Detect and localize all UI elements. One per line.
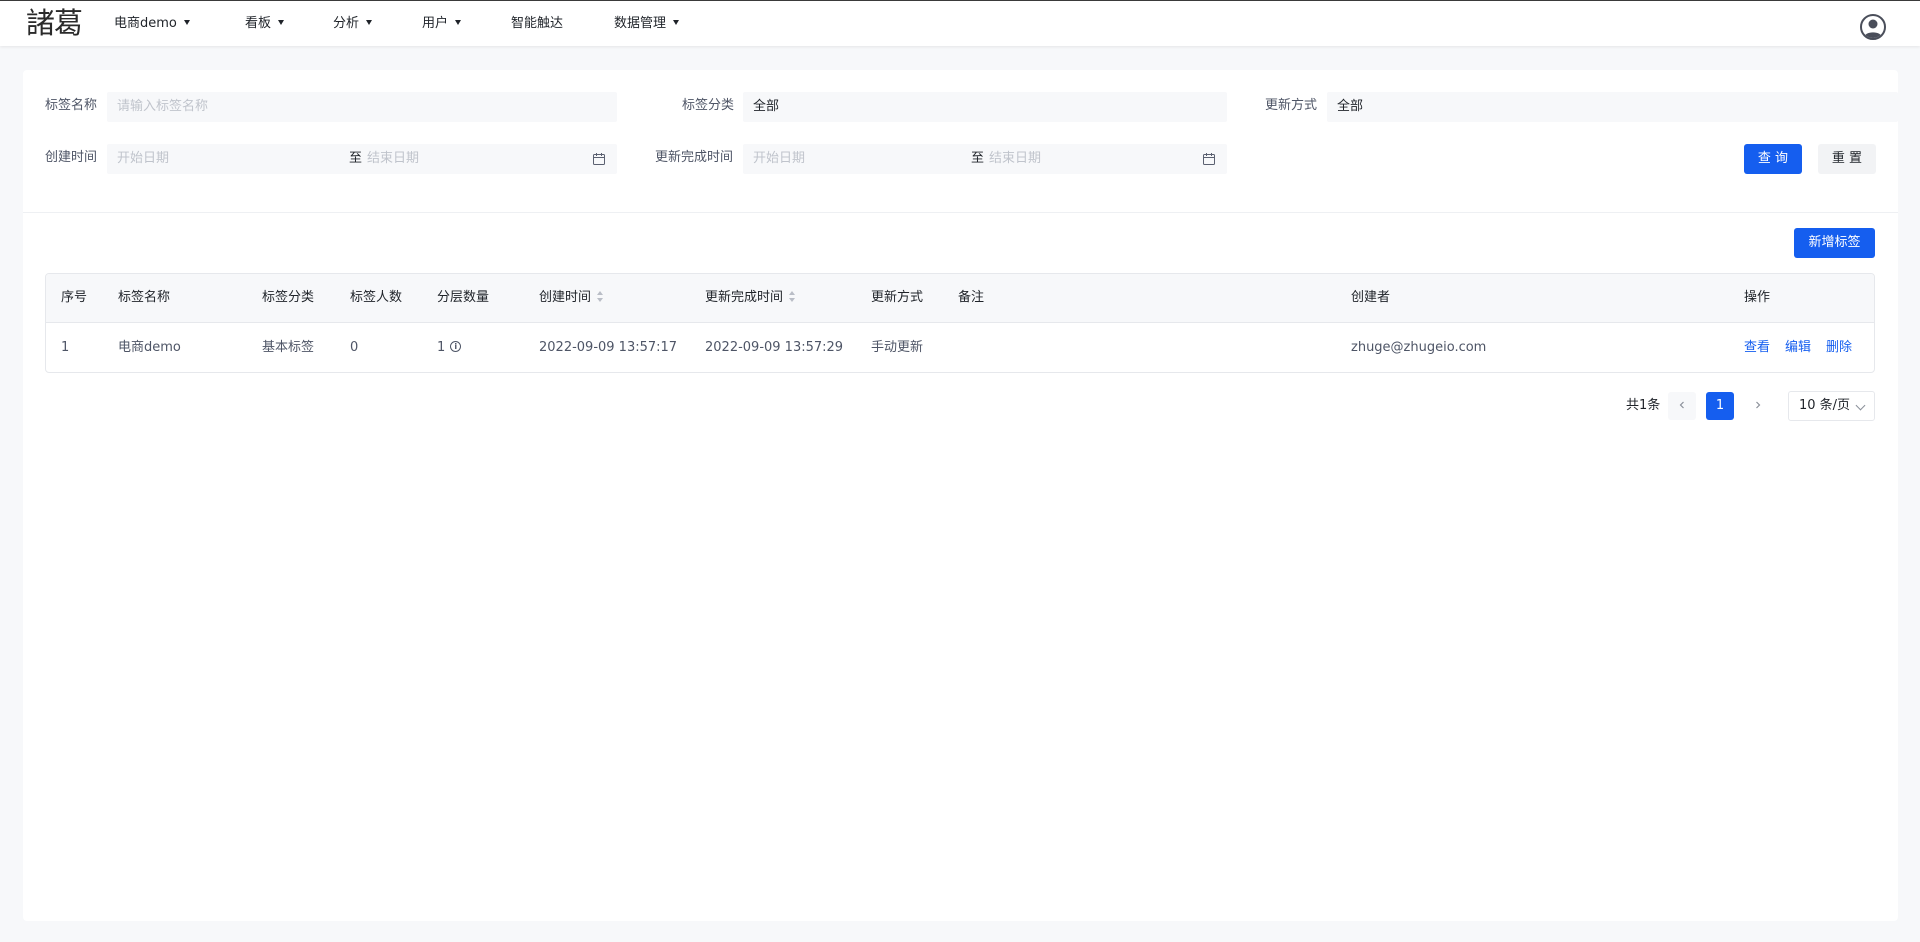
col-header-tag-category: 标签分类: [262, 290, 315, 305]
nav-analysis[interactable]: 分析: [333, 15, 373, 33]
tag-name-input[interactable]: 请输入标签名称: [107, 92, 617, 122]
delete-link[interactable]: 删除: [1826, 339, 1852, 357]
calendar-icon: [1203, 153, 1215, 165]
tags-table: 序号 标签名称 标签分类 标签人数 分层数量 创建时间 更新完成时间 更新方式 …: [45, 273, 1875, 373]
user-avatar-icon: [1864, 19, 1882, 38]
brand-logo[interactable]: 諸葛: [26, 5, 83, 41]
col-header-actions: 操作: [1744, 290, 1771, 305]
col-header-tag-people: 标签人数: [350, 290, 403, 305]
sort-icon[interactable]: [597, 291, 604, 302]
caret-down-icon: [278, 20, 285, 25]
update-mode-label: 更新方式: [1265, 98, 1318, 113]
next-page-button[interactable]: [1744, 392, 1772, 420]
cell-layer-count: 1i: [437, 339, 462, 357]
nav-data-management-label: 数据管理: [614, 16, 667, 31]
update-range-separator: 至: [971, 151, 985, 166]
created-time-range-picker[interactable]: 开始日期 至 结束日期: [107, 144, 617, 174]
table-row: 1 电商demo 基本标签 0 1i 2022-09-09 13:57:17 2…: [46, 323, 1874, 372]
caret-down-icon: [673, 20, 680, 25]
calendar-icon: [593, 153, 605, 165]
update-end-date-input[interactable]: 结束日期: [989, 144, 1041, 174]
cell-update-mode: 手动更新: [871, 340, 924, 355]
prev-page-button[interactable]: [1668, 392, 1696, 420]
query-button[interactable]: 查 询: [1744, 144, 1802, 174]
nav-analysis-label: 分析: [333, 16, 360, 31]
col-header-layer-count: 分层数量: [437, 290, 490, 305]
col-header-note: 备注: [958, 290, 985, 305]
col-header-created-time[interactable]: 创建时间: [539, 289, 604, 307]
tag-category-value: 全部: [753, 99, 780, 114]
caret-down-icon: [183, 20, 190, 25]
col-header-index: 序号: [61, 290, 88, 305]
add-tag-button[interactable]: 新增标签: [1794, 228, 1875, 258]
caret-down-icon: [366, 20, 373, 25]
col-header-created-time-label: 创建时间: [539, 290, 592, 305]
update-done-time-range-picker[interactable]: 开始日期 至 结束日期: [743, 144, 1227, 174]
cell-tag-category: 基本标签: [262, 340, 315, 355]
nav-dashboard[interactable]: 看板: [245, 15, 285, 33]
caret-down-icon: [455, 20, 462, 25]
update-mode-select[interactable]: 全部: [1327, 92, 1898, 122]
sort-icon[interactable]: [789, 291, 796, 302]
tag-name-label: 标签名称: [45, 98, 98, 113]
col-header-update-mode: 更新方式: [871, 290, 924, 305]
cell-creator: zhuge@zhugeio.com: [1351, 340, 1487, 355]
update-mode-value: 全部: [1337, 99, 1364, 114]
chevron-down-icon: [1855, 400, 1866, 411]
col-header-creator: 创建者: [1351, 290, 1391, 305]
update-start-date-input[interactable]: 开始日期: [753, 144, 805, 174]
tag-name-placeholder: 请输入标签名称: [117, 99, 209, 114]
pagination-total: 共1条: [1626, 398, 1661, 413]
top-nav-bar: 諸葛 电商demo 看板 分析 用户 智能触达 数据管理: [0, 0, 1920, 46]
tag-category-select[interactable]: 全部: [743, 92, 1227, 122]
chevron-left-icon: [1679, 401, 1684, 409]
cell-index: 1: [61, 340, 70, 355]
nav-users-label: 用户: [422, 16, 449, 31]
nav-smart-reach-label: 智能触达: [511, 16, 564, 31]
view-link[interactable]: 查看: [1744, 339, 1770, 357]
nav-smart-reach[interactable]: 智能触达: [511, 15, 563, 33]
user-avatar[interactable]: [1860, 14, 1886, 40]
update-done-time-label: 更新完成时间: [655, 150, 734, 165]
nav-users[interactable]: 用户: [422, 15, 462, 33]
info-icon[interactable]: i: [450, 341, 462, 352]
page-number-button[interactable]: 1: [1706, 392, 1734, 420]
chevron-right-icon: [1756, 401, 1761, 409]
reset-button[interactable]: 重 置: [1818, 144, 1876, 174]
col-header-tag-name: 标签名称: [118, 290, 171, 305]
cell-update-done-time: 2022-09-09 13:57:29: [705, 340, 844, 355]
tag-category-label: 标签分类: [682, 98, 735, 113]
section-divider: [23, 212, 1898, 213]
page-size-value: 10 条/页: [1799, 398, 1851, 413]
edit-link[interactable]: 编辑: [1785, 339, 1811, 357]
nav-data-management[interactable]: 数据管理: [614, 15, 680, 33]
col-header-update-done-time[interactable]: 更新完成时间: [705, 289, 796, 307]
cell-layer-count-value: 1: [437, 340, 446, 355]
main-card: 标签名称 请输入标签名称 标签分类 全部 更新方式 全部 创建时间 开始日期 至…: [23, 70, 1898, 921]
nav-project-label: 电商demo: [114, 16, 177, 31]
col-header-update-done-time-label: 更新完成时间: [705, 290, 784, 305]
created-end-date-input[interactable]: 结束日期: [367, 144, 419, 174]
created-range-separator: 至: [349, 151, 363, 166]
cell-tag-name: 电商demo: [118, 340, 181, 355]
nav-project-switcher[interactable]: 电商demo: [114, 15, 190, 33]
table-header: 序号 标签名称 标签分类 标签人数 分层数量 创建时间 更新完成时间 更新方式 …: [46, 274, 1874, 323]
created-time-label: 创建时间: [45, 150, 98, 165]
nav-dashboard-label: 看板: [245, 16, 272, 31]
cell-tag-people: 0: [350, 340, 359, 355]
page-size-select[interactable]: 10 条/页: [1788, 391, 1875, 421]
cell-created-time: 2022-09-09 13:57:17: [539, 340, 678, 355]
created-start-date-input[interactable]: 开始日期: [117, 144, 169, 174]
